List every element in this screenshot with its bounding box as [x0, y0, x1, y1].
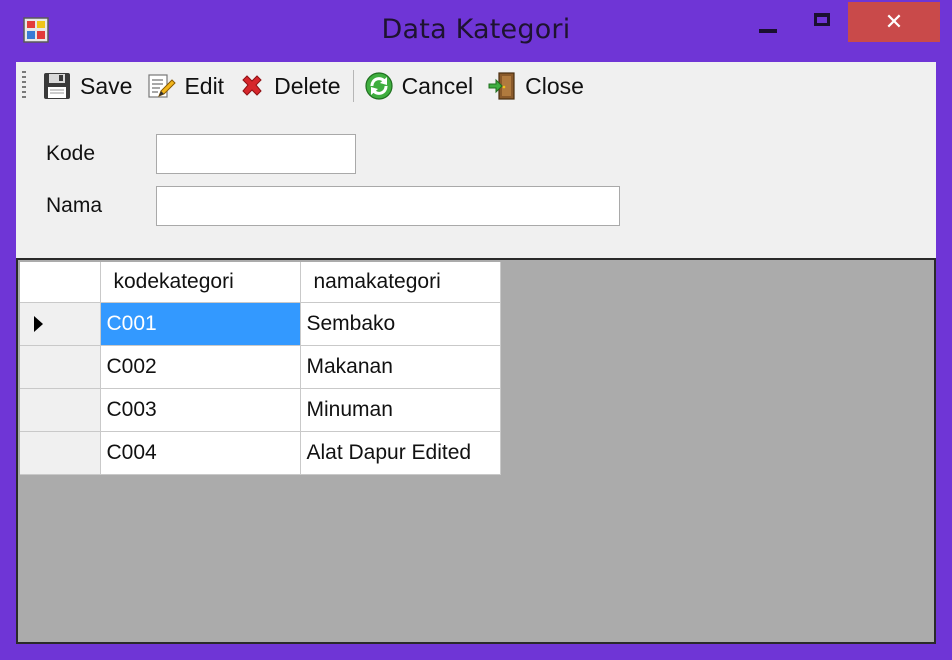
- delete-label: Delete: [274, 72, 341, 99]
- kode-cell[interactable]: C003: [100, 388, 301, 432]
- edit-label: Edit: [184, 72, 225, 99]
- title-bar[interactable]: Data Kategori ✕: [0, 0, 952, 62]
- nama-cell[interactable]: Sembako: [300, 302, 501, 346]
- red-x-delete-icon: [242, 75, 262, 96]
- kode-input[interactable]: [156, 134, 356, 174]
- edit-document-icon: [148, 74, 177, 98]
- table-row[interactable]: C001 Sembako: [20, 302, 501, 346]
- nama-cell[interactable]: Alat Dapur Edited: [300, 431, 501, 475]
- minimize-icon: [759, 29, 777, 33]
- header-row: kodekategori namakategori: [20, 262, 501, 303]
- corner-header-cell[interactable]: [20, 262, 101, 303]
- cancel-button[interactable]: Cancel: [358, 68, 482, 104]
- toolbar: Save Edit Delete Cancel Close: [16, 62, 936, 110]
- row-header-cell[interactable]: [20, 431, 101, 475]
- delete-button[interactable]: Delete: [232, 68, 348, 104]
- cancel-label: Cancel: [401, 72, 474, 99]
- nama-cell[interactable]: Minuman: [300, 388, 501, 432]
- client-area: Save Edit Delete Cancel Close Kode Nama …: [16, 62, 936, 644]
- exit-door-icon: [488, 72, 515, 100]
- close-button[interactable]: Close: [481, 68, 592, 104]
- minimize-button[interactable]: [748, 2, 788, 42]
- floppy-disk-icon: [44, 73, 70, 99]
- close-label: Close: [525, 72, 584, 99]
- nama-input[interactable]: [156, 186, 620, 226]
- column-header-kodekategori[interactable]: kodekategori: [100, 262, 301, 303]
- green-refresh-icon: [364, 72, 393, 100]
- table-row[interactable]: C003 Minuman: [20, 388, 501, 432]
- close-icon: ✕: [884, 9, 904, 35]
- maximize-icon: [814, 12, 830, 26]
- toolbar-separator: [352, 70, 354, 102]
- edit-button[interactable]: Edit: [140, 68, 232, 104]
- row-header-cell[interactable]: [20, 302, 101, 346]
- nama-cell[interactable]: Makanan: [300, 345, 501, 389]
- close-window-button[interactable]: ✕: [848, 2, 940, 42]
- column-header-namakategori[interactable]: namakategori: [300, 262, 501, 303]
- kode-cell[interactable]: C004: [100, 431, 301, 475]
- table-row[interactable]: C002 Makanan: [20, 345, 501, 389]
- data-grid-table: kodekategori namakategori C001 Sembako C…: [20, 262, 501, 475]
- row-header-cell[interactable]: [20, 345, 101, 389]
- kode-label: Kode: [46, 142, 96, 165]
- maximize-button[interactable]: [800, 2, 844, 42]
- toolbar-grip[interactable]: [22, 71, 26, 101]
- table-row[interactable]: C004 Alat Dapur Edited: [20, 431, 501, 475]
- app-window: Data Kategori ✕ Save Edit Delete Cancel …: [0, 0, 952, 660]
- save-button[interactable]: Save: [36, 68, 140, 104]
- current-row-pointer-icon: [34, 315, 43, 332]
- save-label: Save: [80, 72, 133, 99]
- nama-label: Nama: [46, 194, 103, 217]
- kode-cell[interactable]: C002: [100, 345, 301, 389]
- row-header-cell[interactable]: [20, 388, 101, 432]
- kode-cell[interactable]: C001: [100, 302, 301, 346]
- data-grid[interactable]: kodekategori namakategori C001 Sembako C…: [16, 258, 936, 644]
